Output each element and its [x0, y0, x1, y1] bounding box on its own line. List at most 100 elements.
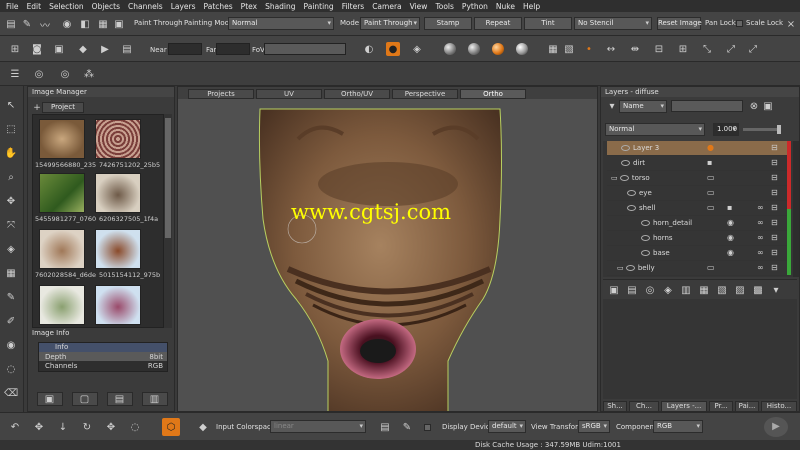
- layer-row-horns[interactable]: horns ◉ ∞ ⊟: [607, 231, 789, 246]
- import-image-icon[interactable]: ▣: [36, 392, 63, 406]
- filter-dropdown[interactable]: Name: [619, 99, 667, 113]
- split-icon[interactable]: ⊟: [652, 42, 666, 56]
- lock-icon[interactable]: ⊟: [771, 264, 780, 272]
- grid-icon[interactable]: ⊞: [8, 42, 22, 56]
- visibility-eye-icon[interactable]: [621, 160, 630, 166]
- clone-tool-icon[interactable]: ◉: [4, 338, 18, 352]
- visibility-eye-icon[interactable]: [641, 220, 650, 226]
- menu-tools[interactable]: Tools: [431, 2, 457, 11]
- layer-row-base[interactable]: base ◉ ∞ ⊟: [607, 246, 789, 261]
- layer-options-icon[interactable]: ▣: [761, 99, 775, 113]
- adjustment-layer-icon[interactable]: ◎: [643, 283, 657, 297]
- visibility-eye2-icon[interactable]: ◎: [58, 67, 72, 81]
- select-arrow-icon[interactable]: ↖: [4, 98, 18, 112]
- menu-lines-icon[interactable]: ☰: [8, 67, 22, 81]
- blend-mode-dropdown[interactable]: Normal: [605, 123, 705, 136]
- wire-icon[interactable]: ▧: [562, 42, 576, 56]
- tab-perspective[interactable]: Perspective: [392, 89, 458, 99]
- tab-shelf[interactable]: Sh...: [603, 401, 627, 412]
- transform-icon[interactable]: ⤧: [4, 218, 18, 232]
- visibility-eye-icon[interactable]: [641, 250, 650, 256]
- merge-layer-icon[interactable]: ▧: [715, 283, 729, 297]
- light-icon[interactable]: ◐: [362, 42, 376, 56]
- grid-split-icon[interactable]: ⊞: [676, 42, 690, 56]
- menu-camera[interactable]: Camera: [368, 2, 405, 11]
- thumbnail-moth-6[interactable]: [95, 229, 141, 269]
- layer-row-torso[interactable]: ▭ torso ▭ ⊟: [607, 171, 789, 186]
- fullscreen-icon[interactable]: ⤢: [746, 42, 760, 56]
- lock-icon[interactable]: ⊟: [771, 189, 780, 197]
- toolbar-close-icon[interactable]: ×: [784, 17, 798, 31]
- lock-icon[interactable]: ⊟: [771, 234, 780, 242]
- scale-lock-checkbox[interactable]: [736, 20, 743, 27]
- painting-mode-dropdown[interactable]: Normal: [228, 17, 334, 30]
- menu-ptex[interactable]: Ptex: [237, 2, 261, 11]
- add-tab-icon[interactable]: +: [30, 101, 44, 115]
- visibility-eye-icon[interactable]: ◎: [32, 67, 46, 81]
- lock-icon[interactable]: ⊟: [771, 219, 780, 227]
- input-colorspace-dropdown[interactable]: linear: [270, 420, 366, 433]
- menu-painting[interactable]: Painting: [300, 2, 338, 11]
- paint-brush-icon[interactable]: ✎: [20, 17, 34, 31]
- lock-icon[interactable]: ⊟: [771, 159, 780, 167]
- menu-python[interactable]: Python: [458, 2, 492, 11]
- zoom-icon[interactable]: ⌕: [4, 170, 18, 184]
- delete-layer-icon[interactable]: ▩: [751, 283, 765, 297]
- menu-help[interactable]: Help: [519, 2, 544, 11]
- layer-row-belly[interactable]: ▭ belly ▭ ∞ ⊟: [607, 261, 789, 276]
- image-stack-icon[interactable]: ▤: [106, 392, 133, 406]
- drop-icon[interactable]: ◈: [4, 242, 18, 256]
- menu-selection[interactable]: Selection: [45, 2, 88, 11]
- menu-edit[interactable]: Edit: [23, 2, 46, 11]
- menu-objects[interactable]: Objects: [88, 2, 124, 11]
- hand-icon[interactable]: ✋: [4, 146, 18, 160]
- view-transform-dropdown[interactable]: sRGB: [578, 420, 610, 433]
- gray-sphere-icon[interactable]: [444, 43, 456, 55]
- frame-icon[interactable]: ▣: [52, 42, 66, 56]
- paint-mask-icon[interactable]: ▦: [96, 17, 110, 31]
- add-layer-icon[interactable]: ▣: [607, 283, 621, 297]
- align-icon[interactable]: ⇹: [628, 42, 642, 56]
- visibility-eye-icon[interactable]: [627, 205, 636, 211]
- link-icon[interactable]: ∞: [757, 234, 766, 242]
- tab-ortho-uv[interactable]: Ortho/UV: [324, 89, 390, 99]
- tint-button[interactable]: Tint: [524, 17, 572, 30]
- eraser-tool-icon[interactable]: ⌫: [4, 386, 18, 400]
- move-icon[interactable]: ✥: [4, 194, 18, 208]
- menu-nuke[interactable]: Nuke: [492, 2, 519, 11]
- thumbnail-moth-1[interactable]: [39, 119, 85, 159]
- play-icon[interactable]: ▶: [98, 42, 112, 56]
- grid-tool-icon[interactable]: ▦: [4, 266, 18, 280]
- tab-properties[interactable]: Pr...: [709, 401, 733, 412]
- shiny-sphere-icon[interactable]: [468, 43, 480, 55]
- visibility-eye-icon[interactable]: [625, 265, 635, 271]
- tab-project[interactable]: Project: [42, 102, 84, 113]
- menu-view[interactable]: View: [406, 2, 432, 11]
- spread-icon[interactable]: ↔: [604, 42, 618, 56]
- film-icon[interactable]: ▤: [120, 42, 134, 56]
- marquee-icon[interactable]: ⬚: [4, 122, 18, 136]
- tab-uv[interactable]: UV: [256, 89, 322, 99]
- lasso-icon[interactable]: ◌: [128, 420, 142, 434]
- menu-layers[interactable]: Layers: [167, 2, 200, 11]
- filter-icon[interactable]: ▾: [605, 99, 619, 113]
- clear-search-icon[interactable]: ⊗: [747, 99, 761, 113]
- near-field[interactable]: [168, 43, 202, 55]
- paint-through-icon[interactable]: ▤: [4, 17, 18, 31]
- mask-layer-icon[interactable]: ▥: [679, 283, 693, 297]
- layer-row-dirt[interactable]: dirt ▪ ⊟: [607, 156, 789, 171]
- paint-eraser-icon[interactable]: ◧: [78, 17, 92, 31]
- brush-tool-icon[interactable]: ✎: [4, 290, 18, 304]
- smear-tool-icon[interactable]: ✐: [4, 314, 18, 328]
- layer-row-horn-detail[interactable]: horn_detail ◉ ∞ ⊟: [607, 216, 789, 231]
- delete-image-icon[interactable]: ▥: [141, 392, 168, 406]
- display-device-dropdown[interactable]: default: [488, 420, 526, 433]
- far-field[interactable]: [216, 43, 250, 55]
- creature-model[interactable]: [178, 99, 598, 412]
- display-device-checkbox[interactable]: [424, 424, 431, 431]
- layer-row-layer3[interactable]: Layer 3 ● ⊟: [607, 141, 789, 156]
- dodge-tool-icon[interactable]: ◌: [4, 362, 18, 376]
- paint-stamp-icon[interactable]: ▣: [112, 17, 126, 31]
- layers-cube-icon[interactable]: ◈: [410, 42, 424, 56]
- lock-icon[interactable]: ⊟: [771, 174, 780, 182]
